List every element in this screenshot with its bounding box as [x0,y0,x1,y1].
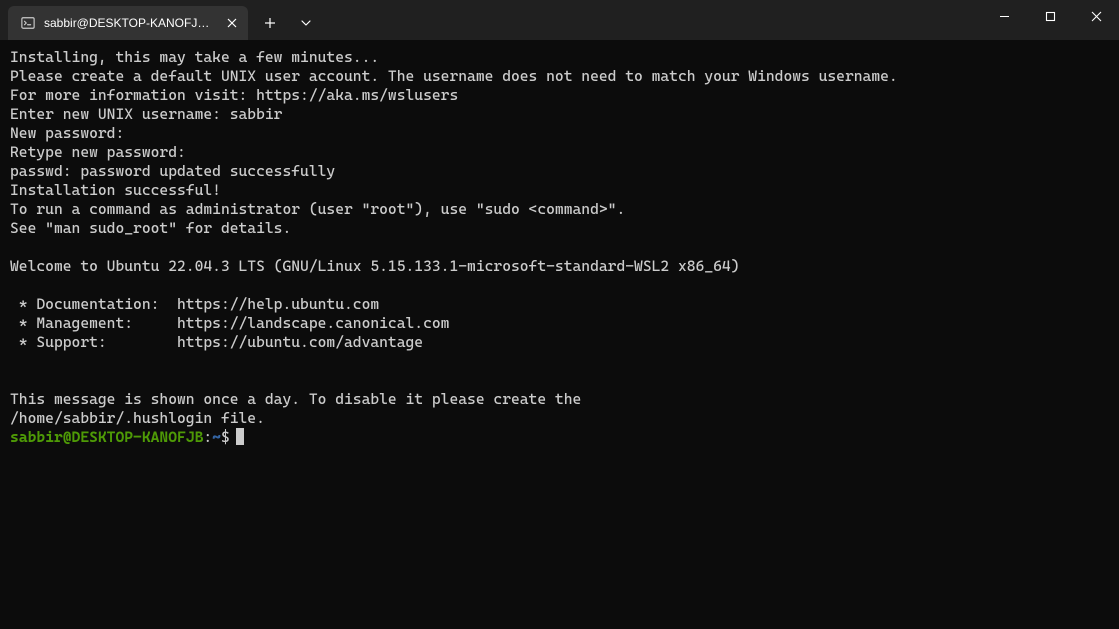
terminal-line: Welcome to Ubuntu 22.04.3 LTS (GNU/Linux… [10,257,1109,276]
terminal-line [10,238,1109,257]
tab-dropdown-button[interactable] [288,6,324,40]
terminal-line: /home/sabbir/.hushlogin file. [10,409,1109,428]
prompt-separator: : [203,428,212,447]
terminal-line: passwd: password updated successfully [10,162,1109,181]
prompt-path: ~ [212,428,221,447]
maximize-button[interactable] [1027,0,1073,32]
cursor [236,428,244,445]
tab-close-button[interactable] [224,15,240,31]
terminal-line: To run a command as administrator (user … [10,200,1109,219]
terminal-line: * Support: https://ubuntu.com/advantage [10,333,1109,352]
terminal-line: For more information visit: https://aka.… [10,86,1109,105]
terminal-line [10,276,1109,295]
prompt-symbol: $ [221,428,230,447]
terminal-line: Installation successful! [10,181,1109,200]
close-window-button[interactable] [1073,0,1119,32]
new-tab-button[interactable] [252,6,288,40]
titlebar-drag-area[interactable] [324,0,981,40]
terminal-icon [20,15,36,31]
prompt-line: sabbir@DESKTOP-KANOFJB:~$ [10,428,1109,447]
terminal-line: Installing, this may take a few minutes.… [10,48,1109,67]
terminal-line: Please create a default UNIX user accoun… [10,67,1109,86]
terminal-line [10,352,1109,371]
minimize-button[interactable] [981,0,1027,32]
tab-title: sabbir@DESKTOP-KANOFJB: ~ [44,16,216,30]
terminal-output[interactable]: Installing, this may take a few minutes.… [0,40,1119,629]
terminal-line: Enter new UNIX username: sabbir [10,105,1109,124]
terminal-line: * Documentation: https://help.ubuntu.com [10,295,1109,314]
terminal-line: See "man sudo_root" for details. [10,219,1109,238]
terminal-line: * Management: https://landscape.canonica… [10,314,1109,333]
terminal-line: New password: [10,124,1109,143]
terminal-line: Retype new password: [10,143,1109,162]
terminal-line: This message is shown once a day. To dis… [10,390,1109,409]
titlebar: sabbir@DESKTOP-KANOFJB: ~ [0,0,1119,40]
window-controls [981,0,1119,40]
prompt-user-host: sabbir@DESKTOP-KANOFJB [10,428,203,447]
terminal-tab[interactable]: sabbir@DESKTOP-KANOFJB: ~ [8,6,248,40]
terminal-line [10,371,1109,390]
tab-actions [252,0,324,40]
